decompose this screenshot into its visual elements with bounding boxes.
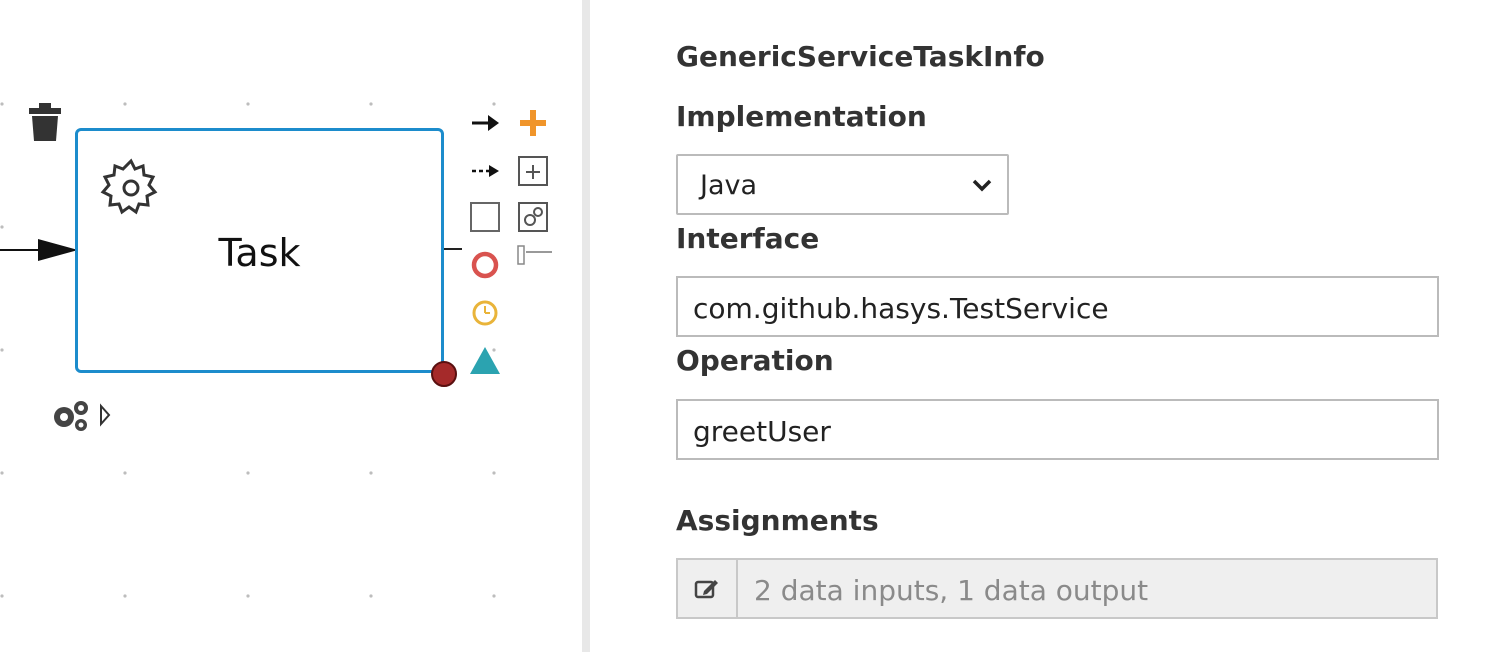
properties-panel: GenericServiceTaskInfo Implementation Ja… bbox=[590, 0, 1488, 652]
timer-event-icon[interactable] bbox=[468, 296, 502, 330]
diagram-canvas[interactable]: Task bbox=[0, 0, 582, 652]
interface-value: com.github.hasys.TestService bbox=[693, 292, 1109, 325]
grid-dot bbox=[0, 348, 4, 352]
trash-icon[interactable] bbox=[27, 103, 63, 143]
error-marker-icon[interactable] bbox=[430, 360, 460, 390]
interface-input[interactable]: com.github.hasys.TestService bbox=[676, 276, 1439, 337]
implementation-value: Java bbox=[700, 170, 758, 201]
interface-label: Interface bbox=[676, 222, 820, 255]
assignments-field[interactable]: 2 data inputs, 1 data output bbox=[676, 558, 1438, 619]
script-task-icon[interactable] bbox=[516, 244, 560, 266]
gateway-icon[interactable] bbox=[468, 344, 502, 378]
grid-dot bbox=[246, 594, 250, 598]
grid-dot bbox=[123, 471, 127, 475]
end-event-icon[interactable] bbox=[468, 248, 502, 282]
task-node[interactable]: Task bbox=[75, 128, 444, 373]
grid-dot bbox=[0, 471, 4, 475]
add-icon[interactable] bbox=[516, 106, 550, 140]
sequence-flow-icon[interactable] bbox=[468, 106, 502, 140]
grid-dot bbox=[369, 594, 373, 598]
task-icon[interactable] bbox=[468, 200, 502, 234]
assignments-value: 2 data inputs, 1 data output bbox=[754, 574, 1149, 607]
implementation-label: Implementation bbox=[676, 100, 927, 133]
operation-input[interactable]: greetUser bbox=[676, 399, 1439, 460]
edit-icon bbox=[694, 579, 718, 598]
outgoing-line-stub bbox=[444, 248, 462, 250]
assignments-label: Assignments bbox=[676, 504, 879, 537]
grid-dot bbox=[369, 471, 373, 475]
association-icon[interactable] bbox=[468, 154, 502, 188]
grid-dot bbox=[246, 471, 250, 475]
panel-splitter[interactable] bbox=[582, 0, 590, 652]
grid-dot bbox=[492, 594, 496, 598]
operation-value: greetUser bbox=[693, 415, 831, 448]
grid-dot bbox=[0, 102, 4, 106]
grid-dot bbox=[0, 594, 4, 598]
subprocess-icon[interactable] bbox=[516, 154, 550, 188]
implementation-select[interactable]: Java bbox=[676, 154, 1009, 215]
gears-icon[interactable] bbox=[50, 398, 90, 432]
task-label: Task bbox=[218, 231, 301, 275]
operation-label: Operation bbox=[676, 344, 834, 377]
grid-dot bbox=[123, 594, 127, 598]
gear-icon bbox=[100, 158, 158, 215]
assignments-edit-button[interactable] bbox=[678, 560, 738, 617]
service-task-icon[interactable] bbox=[516, 200, 550, 234]
chevron-down-icon bbox=[972, 179, 992, 192]
grid-dot bbox=[369, 102, 373, 106]
incoming-sequence-flow[interactable] bbox=[0, 236, 80, 264]
triangle-right-icon[interactable] bbox=[98, 403, 112, 427]
grid-dot bbox=[246, 102, 250, 106]
section-title: GenericServiceTaskInfo bbox=[676, 40, 1045, 73]
grid-dot bbox=[492, 471, 496, 475]
grid-dot bbox=[123, 102, 127, 106]
grid-dot bbox=[0, 225, 4, 229]
